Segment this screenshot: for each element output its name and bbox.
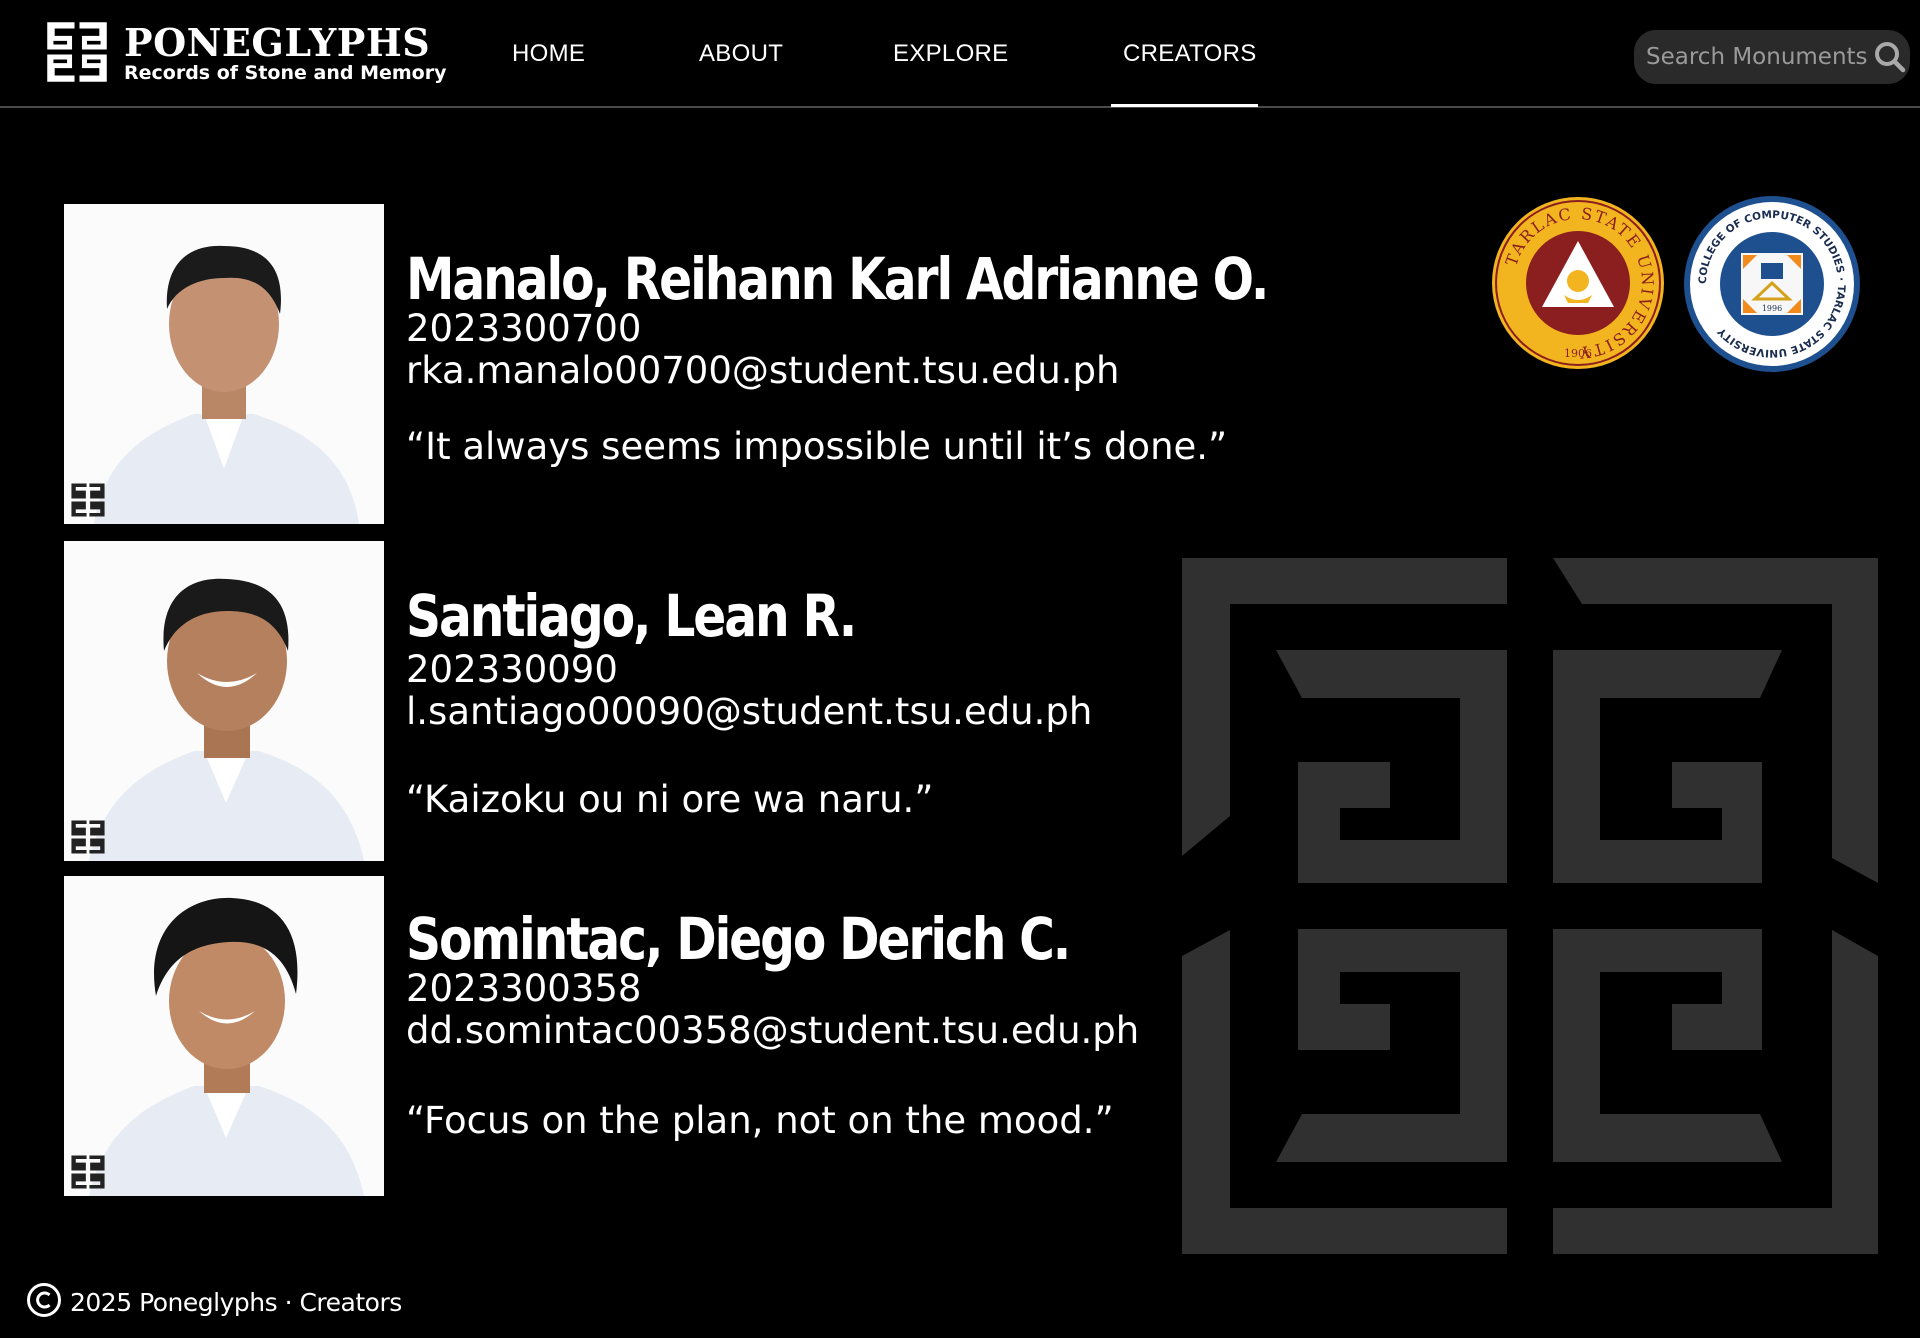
- creator-name: Manalo, Reihann Karl Adrianne O.: [406, 245, 1269, 313]
- nav-home[interactable]: HOME: [512, 40, 585, 70]
- nav-about[interactable]: ABOUT: [699, 40, 783, 70]
- search-input[interactable]: [1646, 44, 1870, 70]
- poneglyph-watermark-icon: [70, 819, 106, 855]
- creator-photo: [64, 876, 384, 1196]
- footer: 2025 Poneglyphs · Creators: [26, 1282, 402, 1322]
- poneglyph-emblem-icon: [1182, 558, 1878, 1258]
- creator-photo: [64, 541, 384, 861]
- seal-year: 1906: [1564, 347, 1592, 360]
- search-box[interactable]: [1634, 30, 1910, 84]
- creator-name: Santiago, Lean R.: [406, 582, 857, 650]
- college-of-computer-studies-seal: COLLEGE OF COMPUTER STUDIES · TARLAC STA…: [1683, 195, 1861, 377]
- footer-text: 2025 Poneglyphs · Creators: [70, 1287, 402, 1317]
- creator-email: dd.somintac00358@student.tsu.edu.ph: [406, 1009, 1140, 1052]
- nav-explore[interactable]: EXPLORE: [893, 40, 1008, 70]
- tarlac-state-university-seal: TARLAC STATE UNIVERSITY 1906: [1490, 195, 1666, 375]
- creator-card: Manalo, Reihann Karl Adrianne O. 2023300…: [64, 204, 1269, 524]
- creator-quote: “Kaizoku ou ni ore wa naru.”: [406, 778, 934, 821]
- brand-name: PONEGLYPHS: [124, 20, 431, 65]
- poneglyph-watermark-icon: [70, 1154, 106, 1190]
- creator-student-id: 2023300700: [406, 307, 642, 350]
- creator-card: Santiago, Lean R. 202330090 l.santiago00…: [64, 541, 1264, 861]
- creator-student-id: 2023300358: [406, 967, 642, 1010]
- seal-year: 1996: [1762, 304, 1782, 313]
- creator-student-id: 202330090: [406, 648, 618, 691]
- creator-quote: “Focus on the plan, not on the mood.”: [406, 1099, 1114, 1142]
- creator-email: rka.manalo00700@student.tsu.edu.ph: [406, 349, 1120, 392]
- creator-photo: [64, 204, 384, 524]
- nav-creators[interactable]: CREATORS: [1123, 40, 1257, 70]
- active-tab-indicator: [1111, 104, 1258, 107]
- brand-tagline: Records of Stone and Memory: [124, 62, 447, 84]
- creator-email: l.santiago00090@student.tsu.edu.ph: [406, 690, 1093, 733]
- poneglyph-glyph-icon: [46, 21, 108, 83]
- copyright-icon: [26, 1282, 62, 1322]
- search-icon[interactable]: [1874, 41, 1906, 73]
- brand-home-link[interactable]: PONEGLYPHS Records of Stone and Memory: [46, 20, 446, 83]
- top-navbar: PONEGLYPHS Records of Stone and Memory H…: [0, 0, 1920, 108]
- poneglyph-watermark-icon: [70, 482, 106, 518]
- creator-quote: “It always seems impossible until it’s d…: [406, 425, 1228, 468]
- creator-card: Somintac, Diego Derich C. 2023300358 dd.…: [64, 876, 1264, 1196]
- creator-name: Somintac, Diego Derich C.: [406, 905, 1071, 973]
